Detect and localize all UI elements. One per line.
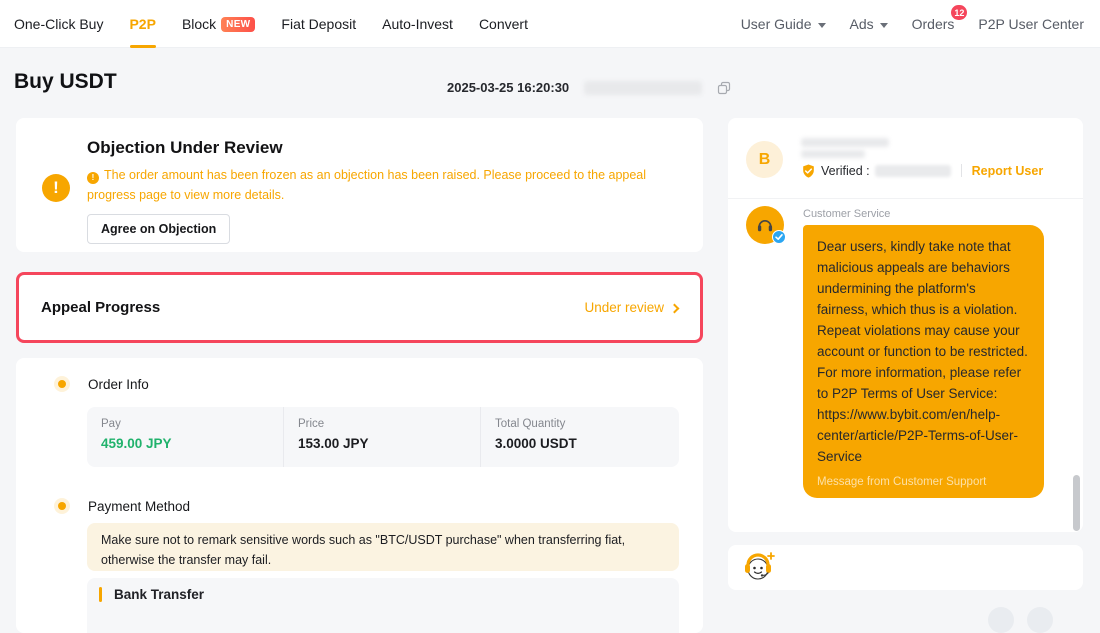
total-quantity-label: Total Quantity bbox=[495, 418, 679, 430]
ads-menu[interactable]: Ads bbox=[850, 16, 888, 32]
nav-right: User Guide Ads Orders 12 P2P User Center bbox=[741, 0, 1084, 48]
appeal-progress-title: Appeal Progress bbox=[41, 299, 160, 316]
report-user-link[interactable]: Report User bbox=[972, 164, 1044, 178]
pay-value: 459.00 JPY bbox=[101, 436, 283, 451]
total-quantity-column: Total Quantity 3.0000 USDT bbox=[481, 407, 679, 467]
chat-sender-label: Customer Service bbox=[803, 208, 890, 220]
objection-message: !The order amount has been frozen as an … bbox=[87, 166, 695, 205]
section-bullet-icon bbox=[58, 502, 66, 510]
accent-bar bbox=[99, 587, 102, 602]
divider bbox=[961, 164, 962, 177]
order-timestamp: 2025-03-25 16:20:30 bbox=[447, 80, 569, 95]
verified-shield-icon bbox=[801, 163, 816, 179]
support-mascot-button[interactable] bbox=[742, 550, 776, 584]
p2p-user-center-link[interactable]: P2P User Center bbox=[978, 16, 1084, 32]
chat-scrollbar[interactable] bbox=[1073, 475, 1080, 531]
payment-method-title: Payment Method bbox=[88, 499, 190, 514]
user-guide-menu[interactable]: User Guide bbox=[741, 16, 826, 32]
support-mascot-icon bbox=[742, 550, 776, 584]
chevron-right-icon bbox=[670, 303, 680, 313]
floating-button[interactable] bbox=[1027, 607, 1053, 633]
nav-block[interactable]: Block NEW bbox=[182, 0, 255, 48]
nav-label: One-Click Buy bbox=[14, 16, 103, 32]
nav-left: One-Click Buy P2P Block NEW Fiat Deposit… bbox=[14, 0, 528, 48]
nav-one-click-buy[interactable]: One-Click Buy bbox=[14, 0, 103, 48]
verified-check-icon bbox=[772, 230, 786, 244]
top-nav: One-Click Buy P2P Block NEW Fiat Deposit… bbox=[0, 0, 1100, 48]
orders-label: Orders bbox=[912, 16, 955, 32]
order-meta-row: 2025-03-25 16:20:30 bbox=[447, 80, 731, 95]
order-info-box: Pay 459.00 JPY Price 153.00 JPY Total Qu… bbox=[87, 407, 679, 467]
agree-on-objection-button[interactable]: Agree on Objection bbox=[87, 214, 230, 244]
verified-row: Verified : Report User bbox=[801, 162, 1043, 179]
chat-message-text: Dear users, kindly take note that malici… bbox=[817, 236, 1030, 467]
price-value: 153.00 JPY bbox=[298, 436, 480, 451]
nav-p2p[interactable]: P2P bbox=[129, 0, 155, 48]
total-quantity-value: 3.0000 USDT bbox=[495, 436, 679, 451]
new-badge: NEW bbox=[221, 17, 255, 32]
redacted-verified-name bbox=[875, 165, 951, 177]
pay-label: Pay bbox=[101, 418, 283, 430]
nav-fiat-deposit[interactable]: Fiat Deposit bbox=[281, 0, 356, 48]
page-title: Buy USDT bbox=[14, 70, 117, 94]
objection-title: Objection Under Review bbox=[87, 138, 283, 158]
ads-label: Ads bbox=[850, 16, 874, 32]
nav-label: P2P bbox=[129, 16, 155, 32]
chat-message-bubble: Dear users, kindly take note that malici… bbox=[803, 225, 1044, 498]
chat-card: B Verified : Report User Customer Servic… bbox=[728, 118, 1083, 532]
nav-label: Block bbox=[182, 16, 216, 32]
payment-method-item[interactable]: Bank Transfer bbox=[87, 578, 679, 633]
chevron-down-icon bbox=[880, 23, 888, 28]
chat-message-footer: Message from Customer Support bbox=[817, 476, 1030, 488]
chevron-down-icon bbox=[818, 23, 826, 28]
user-center-label: P2P User Center bbox=[978, 16, 1084, 32]
chat-toolbar bbox=[728, 545, 1083, 590]
appeal-progress-card[interactable]: Appeal Progress Under review bbox=[16, 272, 703, 343]
divider bbox=[728, 198, 1083, 199]
nav-auto-invest[interactable]: Auto-Invest bbox=[382, 0, 453, 48]
redacted-seller-info bbox=[801, 150, 865, 158]
orders-count-badge: 12 bbox=[951, 5, 967, 20]
nav-convert[interactable]: Convert bbox=[479, 0, 528, 48]
floating-button[interactable] bbox=[988, 607, 1014, 633]
pay-column: Pay 459.00 JPY bbox=[87, 407, 284, 467]
order-info-title: Order Info bbox=[88, 377, 149, 392]
alert-icon: ! bbox=[87, 172, 99, 184]
nav-label: Convert bbox=[479, 16, 528, 32]
payment-notice: Make sure not to remark sensitive words … bbox=[87, 523, 679, 571]
objection-message-text: The order amount has been frozen as an o… bbox=[87, 168, 646, 202]
price-label: Price bbox=[298, 418, 480, 430]
order-details-card: Order Info Pay 459.00 JPY Price 153.00 J… bbox=[16, 358, 703, 633]
redacted-order-number bbox=[584, 81, 702, 95]
nav-label: Auto-Invest bbox=[382, 16, 453, 32]
verified-label: Verified : bbox=[821, 164, 870, 178]
appeal-status-label: Under review bbox=[584, 300, 664, 315]
objection-card: ! Objection Under Review !The order amou… bbox=[16, 118, 703, 252]
seller-avatar[interactable]: B bbox=[746, 141, 783, 178]
user-guide-label: User Guide bbox=[741, 16, 812, 32]
section-bullet-icon bbox=[58, 380, 66, 388]
price-column: Price 153.00 JPY bbox=[284, 407, 481, 467]
nav-label: Fiat Deposit bbox=[281, 16, 356, 32]
redacted-seller-name bbox=[801, 138, 889, 147]
orders-link[interactable]: Orders 12 bbox=[912, 16, 955, 32]
warning-icon: ! bbox=[42, 174, 70, 202]
appeal-status-link[interactable]: Under review bbox=[584, 300, 678, 315]
copy-icon[interactable] bbox=[717, 81, 731, 95]
bank-transfer-label: Bank Transfer bbox=[114, 587, 204, 602]
